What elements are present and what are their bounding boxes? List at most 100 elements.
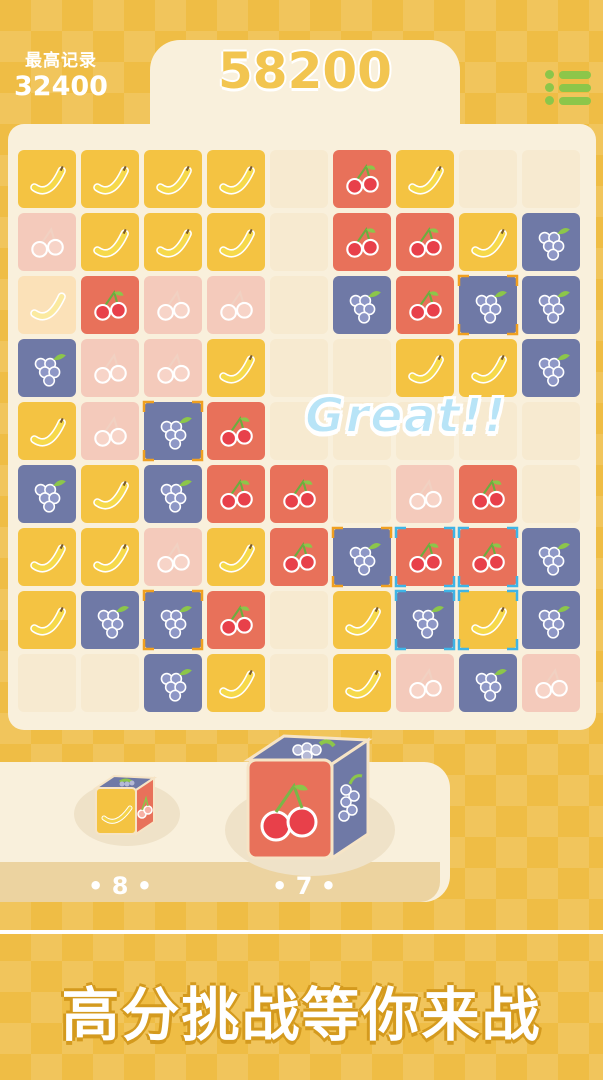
- tile-grape[interactable]: [396, 591, 454, 649]
- faded-cherry-icon: [535, 667, 568, 699]
- tile-empty[interactable]: [522, 465, 580, 523]
- tile-empty[interactable]: [333, 465, 391, 523]
- grape-icon: [475, 291, 507, 324]
- tile-banana[interactable]: [459, 591, 517, 649]
- tile-cherry[interactable]: [270, 528, 328, 586]
- tile-empty[interactable]: [459, 150, 517, 208]
- tile-banana[interactable]: [207, 654, 265, 712]
- tile-empty[interactable]: [270, 213, 328, 271]
- tile-faded-cherry[interactable]: [396, 465, 454, 523]
- tile-empty[interactable]: [81, 654, 139, 712]
- tile-cherry[interactable]: [207, 402, 265, 460]
- tile-empty[interactable]: [270, 150, 328, 208]
- tile-banana[interactable]: [18, 591, 76, 649]
- tile-grape[interactable]: [18, 465, 76, 523]
- tile-cherry[interactable]: [396, 528, 454, 586]
- tile-cherry[interactable]: [459, 465, 517, 523]
- banana-icon: [156, 165, 192, 195]
- tile-banana[interactable]: [81, 465, 139, 523]
- tile-banana[interactable]: [333, 591, 391, 649]
- tile-grape[interactable]: [144, 402, 202, 460]
- tile-grape[interactable]: [522, 276, 580, 334]
- tile-banana[interactable]: [207, 339, 265, 397]
- tile-grape[interactable]: [333, 276, 391, 334]
- tile-grape[interactable]: [459, 654, 517, 712]
- faded-banana-icon: [30, 292, 66, 321]
- tile-grape[interactable]: [81, 591, 139, 649]
- tile-cherry[interactable]: [333, 213, 391, 271]
- grape-icon: [160, 669, 192, 702]
- tile-grape[interactable]: [459, 276, 517, 334]
- tile-empty[interactable]: [270, 654, 328, 712]
- cherry-icon: [346, 163, 379, 195]
- tile-banana[interactable]: [207, 150, 265, 208]
- tray-base: [0, 862, 440, 902]
- tile-cherry[interactable]: [270, 465, 328, 523]
- tile-faded-cherry[interactable]: [18, 213, 76, 271]
- tile-cherry[interactable]: [396, 213, 454, 271]
- tile-grape[interactable]: [522, 213, 580, 271]
- grape-icon: [412, 606, 444, 639]
- tile-banana[interactable]: [396, 150, 454, 208]
- tile-empty[interactable]: [522, 150, 580, 208]
- cherry-icon: [409, 226, 442, 258]
- tile-banana[interactable]: [18, 528, 76, 586]
- tile-empty[interactable]: [18, 654, 76, 712]
- tile-faded-cherry[interactable]: [81, 402, 139, 460]
- tile-banana[interactable]: [144, 150, 202, 208]
- banana-icon: [219, 669, 255, 699]
- tile-grape[interactable]: [144, 465, 202, 523]
- tile-grape[interactable]: [522, 591, 580, 649]
- grape-icon: [538, 291, 570, 324]
- tile-grape[interactable]: [522, 339, 580, 397]
- tile-faded-cherry[interactable]: [207, 276, 265, 334]
- tile-empty[interactable]: [522, 402, 580, 460]
- tile-grape[interactable]: [333, 528, 391, 586]
- tile-grape[interactable]: [144, 591, 202, 649]
- tile-banana[interactable]: [459, 213, 517, 271]
- tile-banana[interactable]: [81, 150, 139, 208]
- tile-banana[interactable]: [333, 654, 391, 712]
- tile-empty[interactable]: [270, 591, 328, 649]
- tile-faded-cherry[interactable]: [144, 528, 202, 586]
- tile-banana[interactable]: [81, 528, 139, 586]
- tile-empty[interactable]: [270, 276, 328, 334]
- tile-cherry[interactable]: [396, 276, 454, 334]
- tile-faded-cherry[interactable]: [144, 276, 202, 334]
- cherry-icon: [283, 478, 316, 510]
- tile-faded-banana[interactable]: [18, 276, 76, 334]
- grape-icon: [538, 228, 570, 261]
- cherry-icon: [472, 478, 505, 510]
- fruit-cube-large[interactable]: [240, 730, 376, 866]
- grape-icon: [349, 291, 381, 324]
- tile-banana[interactable]: [207, 213, 265, 271]
- tile-cherry[interactable]: [459, 528, 517, 586]
- tile-cherry[interactable]: [81, 276, 139, 334]
- tile-cherry[interactable]: [207, 591, 265, 649]
- tile-faded-cherry[interactable]: [522, 654, 580, 712]
- grape-icon: [349, 543, 381, 576]
- tile-faded-cherry[interactable]: [81, 339, 139, 397]
- tile-cherry[interactable]: [207, 465, 265, 523]
- tile-banana[interactable]: [18, 150, 76, 208]
- banana-icon: [30, 543, 66, 573]
- tile-grape[interactable]: [144, 654, 202, 712]
- tile-faded-cherry[interactable]: [396, 654, 454, 712]
- tile-cherry[interactable]: [333, 150, 391, 208]
- tile-banana[interactable]: [81, 213, 139, 271]
- tile-banana[interactable]: [144, 213, 202, 271]
- cherry-icon: [409, 541, 442, 573]
- tile-faded-cherry[interactable]: [144, 339, 202, 397]
- grape-icon: [538, 606, 570, 639]
- best-score: 最高记录 32400: [14, 46, 108, 102]
- list-menu-icon[interactable]: [545, 70, 591, 106]
- tile-grape[interactable]: [522, 528, 580, 586]
- tile-grape[interactable]: [18, 339, 76, 397]
- banana-icon: [30, 606, 66, 636]
- best-score-label: 最高记录: [24, 51, 97, 71]
- tile-banana[interactable]: [207, 528, 265, 586]
- tile-banana[interactable]: [18, 402, 76, 460]
- grape-icon: [475, 669, 507, 702]
- faded-cherry-icon: [157, 289, 190, 321]
- fruit-cube-small[interactable]: [90, 772, 160, 842]
